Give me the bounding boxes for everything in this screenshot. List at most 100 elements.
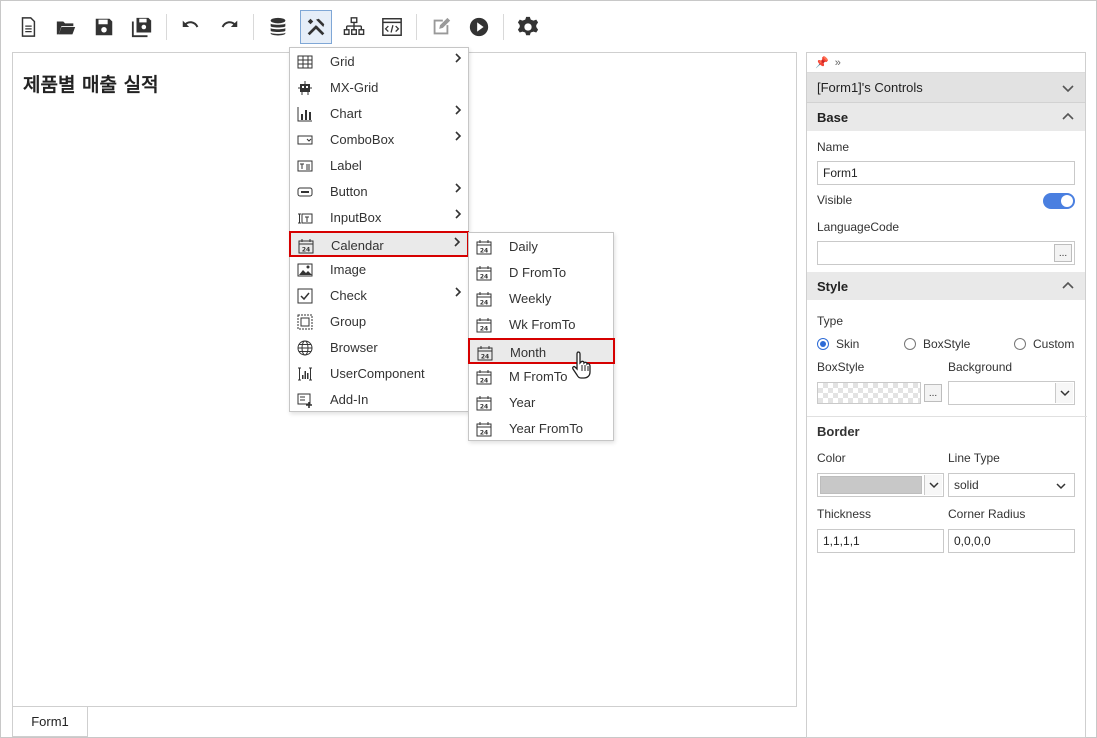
open-folder-button[interactable]	[50, 10, 82, 44]
menu-item-inputbox[interactable]: InputBox	[290, 205, 468, 231]
chevron-up-icon[interactable]	[1061, 279, 1075, 293]
svg-text:24: 24	[480, 430, 488, 437]
toolbar-separator	[416, 14, 417, 40]
save-button[interactable]	[88, 10, 120, 44]
calendar-icon: 24	[298, 238, 314, 254]
menu-item-label: ComboBox	[330, 132, 395, 147]
boxstyle-ellipsis-button[interactable]: ...	[924, 384, 942, 402]
language-code-ellipsis-button[interactable]: ...	[1054, 244, 1072, 262]
calendar-icon: 24	[476, 395, 492, 411]
chevron-down-icon[interactable]	[924, 475, 942, 495]
type-boxstyle-radio[interactable]	[904, 338, 916, 350]
save-all-button[interactable]	[126, 10, 158, 44]
settings-button[interactable]	[512, 10, 544, 44]
submenu-item-label: D FromTo	[509, 265, 567, 280]
menu-item-label: Image	[330, 262, 367, 277]
chevron-up-icon[interactable]	[1061, 110, 1075, 124]
menu-item-label: Button	[330, 184, 368, 199]
section-style-title: Style	[817, 278, 849, 294]
menu-item-browser[interactable]: Browser	[290, 335, 468, 361]
database-button[interactable]	[262, 10, 294, 44]
menu-item-group[interactable]: Group	[290, 309, 468, 335]
boxstyle-preview[interactable]	[817, 382, 921, 404]
image-icon	[297, 262, 313, 278]
calendar-submenu: 24 Daily 24 D FromTo 24 Weekly 24 Wk FromTo 24 Mo…	[468, 232, 615, 442]
menu-item-combobox[interactable]: ComboBox	[290, 127, 468, 153]
calendar-icon: 24	[477, 345, 493, 361]
menu-item-label: Calendar	[331, 238, 384, 253]
thickness-field[interactable]: 1,1,1,1	[817, 529, 944, 553]
submenu-item-d-fromto[interactable]: 24 D FromTo	[469, 260, 613, 286]
tools-button[interactable]	[300, 10, 332, 44]
name-field[interactable]: Form1	[817, 161, 1075, 185]
color-label: Color	[817, 451, 846, 465]
controls-menu: Grid MX-Grid Chart ComboBox Label Button Input…	[289, 47, 469, 412]
boxstyle-label: BoxStyle	[817, 360, 865, 374]
grid-icon	[297, 54, 313, 70]
form-title[interactable]: 제품별 매출 실적	[23, 70, 159, 97]
toolbar	[12, 8, 550, 46]
panel-header[interactable]: [Form1]'s Controls	[807, 73, 1085, 103]
redo-button[interactable]	[213, 10, 245, 44]
chevron-down-icon[interactable]	[1056, 481, 1066, 491]
code-window-button[interactable]	[376, 10, 408, 44]
chevron-right-icon	[454, 182, 462, 197]
chevron-right-icon	[454, 130, 462, 145]
section-base-header[interactable]: Base	[807, 103, 1085, 131]
submenu-item-daily[interactable]: 24 Daily	[469, 234, 613, 260]
line-type-select[interactable]: solid	[948, 473, 1075, 497]
svg-text:24: 24	[480, 274, 488, 281]
database-icon	[270, 17, 286, 36]
gear-icon	[517, 16, 539, 36]
menu-item-button[interactable]: Button	[290, 179, 468, 205]
calendar-icon: 24	[476, 239, 492, 255]
menu-item-usercomponent[interactable]: UserComponent	[290, 361, 468, 387]
language-code-field[interactable]	[817, 241, 1075, 265]
chevron-down-icon[interactable]	[1061, 81, 1075, 95]
new-document-button[interactable]	[12, 10, 44, 44]
toolbar-separator	[166, 14, 167, 40]
hierarchy-button[interactable]	[338, 10, 370, 44]
border-color-select[interactable]	[817, 473, 944, 497]
visible-toggle[interactable]	[1043, 193, 1075, 209]
expand-icon[interactable]: »	[835, 57, 841, 69]
submenu-item-year[interactable]: 24 Year	[469, 390, 613, 416]
chevron-right-icon	[454, 286, 462, 301]
edit-button[interactable]	[425, 10, 457, 44]
add-in-icon	[297, 392, 313, 408]
undo-button[interactable]	[175, 10, 207, 44]
menu-item-label[interactable]: Label	[290, 153, 468, 179]
menu-item-image[interactable]: Image	[290, 257, 468, 283]
type-skin-radio[interactable]	[817, 338, 829, 350]
menu-item-check[interactable]: Check	[290, 283, 468, 309]
thickness-label: Thickness	[817, 507, 872, 521]
menu-item-add-in[interactable]: Add-In	[290, 387, 468, 413]
hand-cursor-icon	[572, 351, 591, 379]
pin-icon[interactable]: 📌	[815, 56, 829, 69]
background-select[interactable]	[948, 381, 1075, 405]
submenu-item-weekly[interactable]: 24 Weekly	[469, 286, 613, 312]
svg-text:24: 24	[302, 247, 310, 254]
tab-form1[interactable]: Form1	[12, 707, 88, 737]
save-all-icon	[131, 17, 152, 38]
new-document-icon	[21, 17, 36, 37]
undo-icon	[182, 20, 199, 28]
submenu-item-label: Weekly	[509, 291, 552, 306]
submenu-item-year-fromto[interactable]: 24 Year FromTo	[469, 416, 613, 442]
chevron-down-icon[interactable]	[1055, 383, 1073, 403]
svg-text:24: 24	[480, 378, 488, 385]
svg-text:24: 24	[480, 300, 488, 307]
menu-item-chart[interactable]: Chart	[290, 101, 468, 127]
menu-item-grid[interactable]: Grid	[290, 49, 468, 75]
menu-item-mx-grid[interactable]: MX-Grid	[290, 75, 468, 101]
inputbox-icon	[297, 210, 313, 226]
menu-item-calendar[interactable]: 24 Calendar	[289, 231, 469, 257]
section-style-header[interactable]: Style	[807, 272, 1085, 300]
toolbar-separator	[253, 14, 254, 40]
run-button[interactable]	[463, 10, 495, 44]
submenu-item-label: M FromTo	[509, 369, 568, 384]
submenu-item-wk-fromto[interactable]: 24 Wk FromTo	[469, 312, 613, 338]
type-custom-radio[interactable]	[1014, 338, 1026, 350]
line-type-label: Line Type	[948, 451, 1000, 465]
corner-radius-field[interactable]: 0,0,0,0	[948, 529, 1075, 553]
